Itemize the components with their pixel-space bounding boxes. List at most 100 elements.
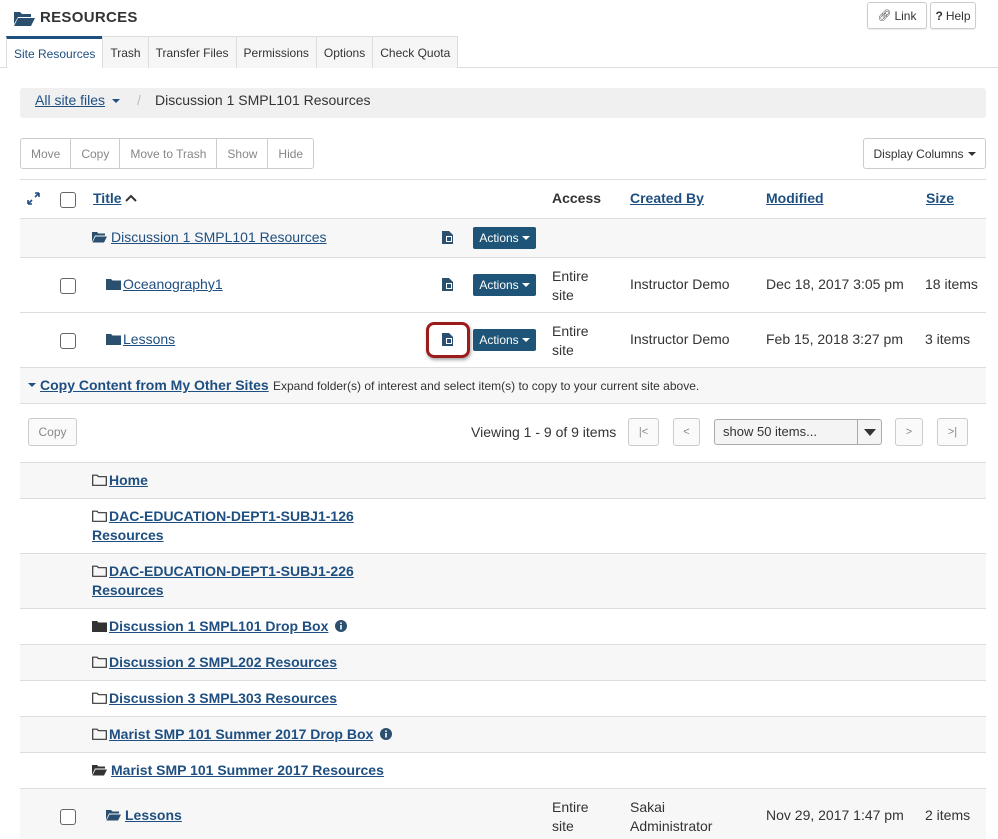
size-cell: 2 items bbox=[925, 807, 971, 823]
folder-outline-icon bbox=[92, 510, 107, 522]
caret-down-icon bbox=[521, 338, 530, 342]
caret-down-icon bbox=[857, 420, 881, 444]
actions-button[interactable]: Actions bbox=[473, 274, 536, 296]
link-button[interactable]: 🔗︎ Link bbox=[867, 2, 927, 29]
tab-options[interactable]: Options bbox=[315, 36, 374, 68]
created-by-cell: Instructor Demo bbox=[630, 276, 730, 292]
page-size-select[interactable]: show 50 items... bbox=[714, 419, 882, 445]
last-page-button[interactable]: >| bbox=[937, 418, 968, 446]
move-to-trash-button[interactable]: Move to Trash bbox=[119, 138, 218, 169]
folder-icon bbox=[106, 334, 121, 345]
move-button[interactable]: Move bbox=[20, 138, 72, 169]
tab-bar: Site Resources Trash Transfer Files Perm… bbox=[6, 36, 459, 68]
bulk-actions-group: Move Copy Move to Trash Show Hide bbox=[20, 138, 315, 169]
divider bbox=[20, 680, 986, 681]
copy-from-sites-button[interactable]: Copy bbox=[28, 418, 77, 446]
expand-icon[interactable] bbox=[27, 192, 40, 205]
site-link-marist-resources[interactable]: Marist SMP 101 Summer 2017 Resources bbox=[111, 762, 384, 778]
modified-cell: Nov 29, 2017 1:47 pm bbox=[766, 807, 904, 823]
folder-open-icon bbox=[92, 232, 107, 243]
folder-outline-icon bbox=[92, 565, 107, 577]
created-by-cell: Instructor Demo bbox=[630, 331, 730, 347]
modified-cell: Feb 15, 2018 3:27 pm bbox=[766, 331, 903, 347]
copy-section-note: Expand folder(s) of interest and select … bbox=[273, 379, 700, 393]
folder-open-icon bbox=[106, 810, 121, 821]
copy-content-toggle[interactable]: Copy Content from My Other Sites bbox=[28, 377, 269, 393]
info-icon[interactable] bbox=[335, 620, 348, 632]
copy-item-icon[interactable] bbox=[441, 230, 455, 245]
access-cell: Entire site bbox=[552, 268, 589, 303]
divider bbox=[20, 179, 986, 180]
link-icon: 🔗︎ bbox=[877, 10, 892, 22]
folder-icon bbox=[92, 621, 107, 632]
site-link-home[interactable]: Home bbox=[109, 472, 148, 488]
access-column-header: Access bbox=[552, 190, 602, 206]
breadcrumb-current: Discussion 1 SMPL101 Resources bbox=[155, 92, 371, 108]
folder-outline-icon bbox=[92, 728, 107, 740]
title-column-header[interactable]: Title bbox=[93, 190, 138, 206]
site-link-marist-dropbox[interactable]: Marist SMP 101 Summer 2017 Drop Box bbox=[109, 726, 393, 742]
info-icon[interactable] bbox=[380, 728, 393, 740]
site-link-discussion1-dropbox[interactable]: Discussion 1 SMPL101 Drop Box bbox=[109, 618, 348, 634]
divider bbox=[20, 498, 986, 499]
site-link-dac-226-line2[interactable]: Resources bbox=[92, 582, 164, 598]
prev-page-button[interactable]: < bbox=[673, 418, 700, 446]
actions-button[interactable]: Actions bbox=[473, 329, 536, 351]
caret-down-icon bbox=[111, 99, 120, 103]
site-link-dac-126[interactable]: DAC-EDUCATION-DEPT1-SUBJ1-126 bbox=[109, 508, 354, 524]
display-columns-button[interactable]: Display Columns bbox=[863, 138, 986, 169]
actions-button[interactable]: Actions bbox=[473, 227, 536, 249]
caret-down-icon bbox=[967, 151, 976, 156]
parent-folder-link[interactable]: Discussion 1 SMPL101 Resources bbox=[111, 229, 327, 245]
copy-item-icon[interactable] bbox=[441, 277, 455, 292]
tab-check-quota[interactable]: Check Quota bbox=[372, 36, 459, 68]
copy-button[interactable]: Copy bbox=[70, 138, 121, 169]
caret-down-icon bbox=[521, 283, 530, 287]
next-page-button[interactable]: > bbox=[895, 418, 923, 446]
created-by-cell: Sakai Administrator bbox=[630, 799, 713, 834]
folder-link-lessons-other-site[interactable]: Lessons bbox=[125, 807, 182, 823]
help-button[interactable]: ? Help bbox=[930, 2, 976, 29]
size-cell: 3 items bbox=[925, 331, 971, 347]
divider bbox=[20, 403, 986, 404]
modified-cell: Dec 18, 2017 3:05 pm bbox=[766, 276, 904, 292]
show-button[interactable]: Show bbox=[216, 138, 269, 169]
site-link-dac-126-line2[interactable]: Resources bbox=[92, 527, 164, 543]
size-cell: 18 items bbox=[925, 276, 978, 292]
site-link-dac-226[interactable]: DAC-EDUCATION-DEPT1-SUBJ1-226 bbox=[109, 563, 354, 579]
row-checkbox[interactable] bbox=[60, 333, 76, 349]
modified-column-header[interactable]: Modified bbox=[766, 190, 824, 206]
folder-open-icon bbox=[92, 765, 107, 776]
folder-outline-icon bbox=[92, 692, 107, 704]
tab-transfer-files[interactable]: Transfer Files bbox=[147, 36, 237, 68]
hide-button[interactable]: Hide bbox=[267, 138, 315, 169]
caret-down-icon bbox=[521, 236, 530, 240]
access-cell: Entire site bbox=[552, 799, 589, 834]
created-by-column-header[interactable]: Created By bbox=[630, 190, 704, 206]
divider bbox=[20, 608, 986, 609]
divider bbox=[20, 752, 986, 753]
breadcrumb-all-files[interactable]: All site files bbox=[35, 92, 120, 108]
select-all-checkbox[interactable] bbox=[60, 192, 76, 208]
site-link-discussion2[interactable]: Discussion 2 SMPL202 Resources bbox=[109, 654, 337, 670]
breadcrumb-separator: / bbox=[137, 92, 141, 108]
tab-permissions[interactable]: Permissions bbox=[235, 36, 317, 68]
first-page-button[interactable]: |< bbox=[628, 418, 659, 446]
list-item bbox=[20, 463, 986, 498]
viewing-count: Viewing 1 - 9 of 9 items bbox=[471, 424, 617, 440]
highlight-callout bbox=[426, 322, 470, 358]
question-icon: ? bbox=[935, 8, 943, 23]
folder-link-lessons[interactable]: Lessons bbox=[123, 331, 175, 347]
size-column-header[interactable]: Size bbox=[926, 190, 954, 206]
divider bbox=[20, 312, 986, 313]
row-checkbox[interactable] bbox=[60, 278, 76, 294]
row-checkbox[interactable] bbox=[60, 809, 76, 825]
folder-open-icon bbox=[14, 12, 35, 26]
folder-outline-icon bbox=[92, 656, 107, 668]
tab-site-resources[interactable]: Site Resources bbox=[6, 36, 104, 68]
site-link-discussion3[interactable]: Discussion 3 SMPL303 Resources bbox=[109, 690, 337, 706]
folder-icon bbox=[106, 279, 121, 290]
folder-outline-icon bbox=[92, 474, 107, 486]
tab-trash[interactable]: Trash bbox=[102, 36, 149, 68]
folder-link-oceanography1[interactable]: Oceanography1 bbox=[123, 276, 223, 292]
